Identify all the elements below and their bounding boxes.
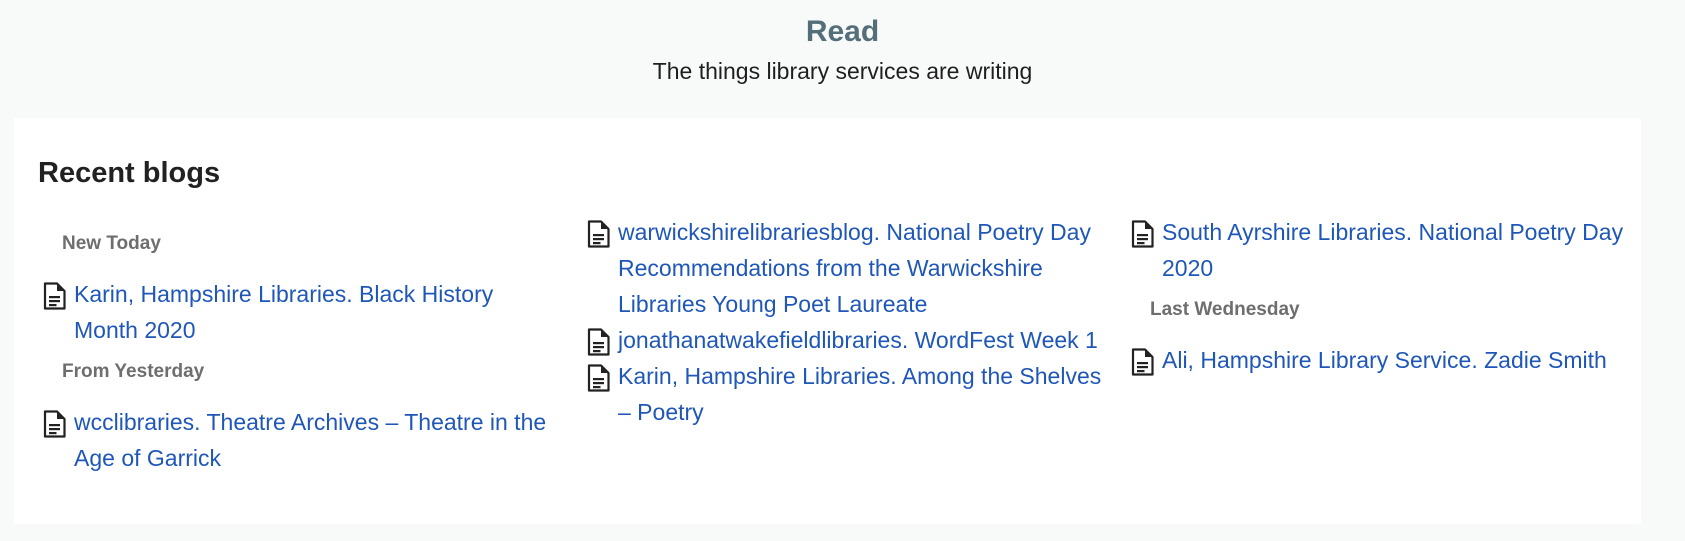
blog-list-item: warwickshirelibrariesblog. National Poet… (582, 214, 1112, 322)
blog-column-2: warwickshirelibrariesblog. National Poet… (582, 214, 1112, 430)
blog-list: wcclibraries. Theatre Archives – Theatre… (38, 404, 558, 476)
document-icon (587, 328, 610, 356)
blog-list-item: jonathanatwakefieldlibraries. WordFest W… (582, 322, 1112, 358)
blog-column-1: New Today Karin, Hampshire Libraries. Bl… (38, 214, 558, 476)
blog-link[interactable]: wcclibraries. Theatre Archives – Theatre… (74, 409, 546, 471)
page-title: Read (805, 15, 880, 48)
page-subtitle: The things library services are writing (652, 58, 1033, 84)
document-icon (1131, 348, 1154, 376)
blog-list-item: Karin, Hampshire Libraries. Among the Sh… (582, 358, 1112, 430)
blog-link[interactable]: warwickshirelibrariesblog. National Poet… (618, 219, 1091, 317)
blog-link[interactable]: South Ayrshire Libraries. National Poetr… (1162, 219, 1623, 281)
blog-link[interactable]: Ali, Hampshire Library Service. Zadie Sm… (1162, 347, 1607, 373)
document-icon (587, 364, 610, 392)
blog-list-item: wcclibraries. Theatre Archives – Theatre… (38, 404, 558, 476)
blog-link[interactable]: Karin, Hampshire Libraries. Among the Sh… (618, 363, 1101, 425)
blog-list: South Ayrshire Libraries. National Poetr… (1126, 214, 1626, 286)
blog-list-item: South Ayrshire Libraries. National Poetr… (1126, 214, 1626, 286)
group-heading-from-yesterday: From Yesterday (62, 361, 205, 382)
recent-blogs-title: Recent blogs (38, 157, 221, 189)
document-icon (1131, 220, 1154, 248)
blog-list-item: Ali, Hampshire Library Service. Zadie Sm… (1126, 342, 1626, 378)
group-heading-last-wednesday: Last Wednesday (1150, 299, 1300, 320)
blog-list: Ali, Hampshire Library Service. Zadie Sm… (1126, 342, 1626, 378)
blog-link[interactable]: jonathanatwakefieldlibraries. WordFest W… (618, 327, 1098, 353)
blog-column-3: South Ayrshire Libraries. National Poetr… (1126, 214, 1626, 378)
blog-list: warwickshirelibrariesblog. National Poet… (582, 214, 1112, 430)
page-header: Read The things library services are wri… (0, 0, 1685, 86)
group-heading-new-today: New Today (62, 233, 161, 254)
blog-link[interactable]: Karin, Hampshire Libraries. Black Histor… (74, 281, 493, 343)
recent-blogs-card: Recent blogs New Today Karin, Hampshire … (14, 118, 1641, 524)
document-icon (587, 220, 610, 248)
blog-list-item: Karin, Hampshire Libraries. Black Histor… (38, 276, 558, 348)
document-icon (43, 410, 66, 438)
blog-list: Karin, Hampshire Libraries. Black Histor… (38, 276, 558, 348)
document-icon (43, 282, 66, 310)
